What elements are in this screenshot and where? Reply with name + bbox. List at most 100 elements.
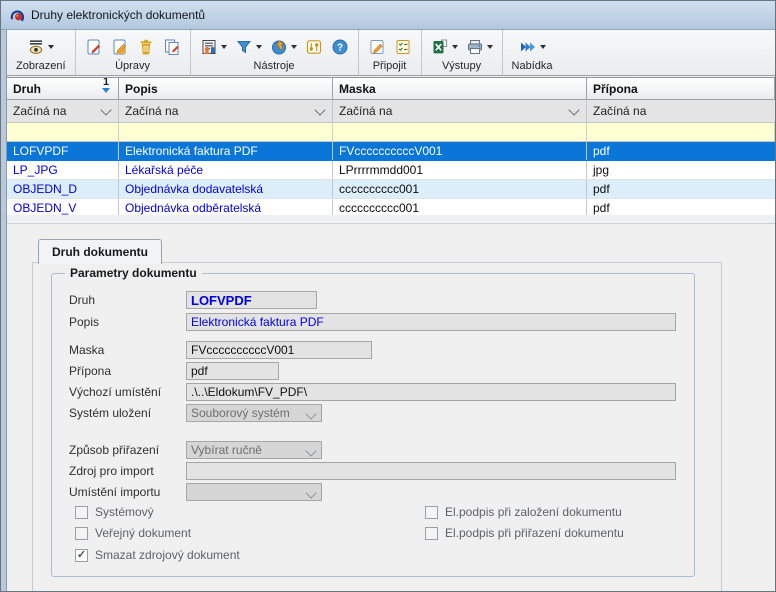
chevron-down-icon bbox=[305, 445, 316, 456]
filter-druh[interactable]: Začíná na bbox=[7, 100, 119, 122]
dropdown-arrow-icon bbox=[221, 45, 227, 49]
dropdown-arrow-icon bbox=[540, 45, 546, 49]
actions-icon bbox=[200, 38, 218, 56]
checkbox-systemovy[interactable]: Systémový bbox=[75, 505, 154, 519]
toolbar-group-nabidka: Nabídka bbox=[502, 30, 562, 75]
export-excel-button[interactable] bbox=[431, 38, 458, 56]
sort-indicator: 1 bbox=[102, 78, 110, 93]
help-button[interactable]: ? bbox=[331, 38, 349, 56]
filter-icon bbox=[235, 38, 253, 56]
umisteni-importu-label: Umístění importu bbox=[69, 483, 160, 501]
excel-icon bbox=[431, 38, 449, 56]
svg-text:?: ? bbox=[336, 42, 342, 53]
copy-record-button[interactable] bbox=[163, 38, 181, 56]
titlebar[interactable]: Druhy elektronických dokumentů bbox=[1, 1, 775, 30]
filter-button[interactable] bbox=[235, 38, 262, 56]
edit-record-button[interactable] bbox=[111, 38, 129, 56]
zdroj-pro-import-label: Zdroj pro import bbox=[69, 462, 154, 480]
delete-icon bbox=[137, 38, 155, 56]
view-button[interactable] bbox=[27, 38, 54, 56]
application-window: Druhy elektronických dokumentů Zobrazení bbox=[0, 0, 776, 592]
chevron-down-icon bbox=[305, 408, 316, 419]
column-header-druh[interactable]: Druh 1 bbox=[7, 78, 119, 99]
filter-popis[interactable]: Začíná na bbox=[119, 100, 333, 122]
checkbox-el-podpis-zalozeni[interactable]: El.podpis při založení dokumentu bbox=[425, 505, 622, 519]
refresh-icon bbox=[270, 38, 288, 56]
toolbar-group-label: Nástroje bbox=[254, 59, 295, 74]
view-icon bbox=[27, 38, 45, 56]
toolbar: Zobrazení bbox=[7, 30, 775, 76]
detail-panel: Druh dokumentu Parametry dokumentu Druh … bbox=[7, 223, 775, 591]
filter-maska[interactable]: Začíná na bbox=[333, 100, 587, 122]
grid-filter-row: Začíná na Začíná na Začíná na Začíná na bbox=[7, 100, 775, 123]
window-title: Druhy elektronických dokumentů bbox=[31, 8, 205, 22]
chevron-down-icon bbox=[305, 487, 316, 498]
toolbar-group-label: Připojit bbox=[373, 59, 407, 74]
print-button[interactable] bbox=[466, 38, 493, 56]
dropdown-arrow-icon bbox=[452, 45, 458, 49]
toolbar-group-pripojit: Připojit bbox=[358, 30, 421, 75]
dropdown-arrow-icon bbox=[256, 45, 262, 49]
toolbar-group-label: Nabídka bbox=[512, 59, 553, 74]
umisteni-importu-dropdown[interactable] bbox=[186, 483, 322, 501]
druh-field[interactable]: LOFVPDF bbox=[186, 291, 317, 309]
sort-descending-icon bbox=[102, 88, 110, 93]
checkbox-box-checked: ✓ bbox=[75, 549, 88, 562]
actions-button[interactable] bbox=[200, 38, 227, 56]
dropdown-arrow-icon bbox=[487, 45, 493, 49]
table-row[interactable]: OBJEDN_D Objednávka dodavatelská ccccccc… bbox=[7, 180, 775, 199]
print-icon bbox=[466, 38, 484, 56]
chevron-down-icon bbox=[314, 104, 325, 115]
tab-druh-dokumentu[interactable]: Druh dokumentu bbox=[38, 239, 162, 264]
checklist-button[interactable] bbox=[394, 38, 412, 56]
refresh-button[interactable] bbox=[270, 38, 297, 56]
checkbox-el-podpis-prirazeni[interactable]: El.podpis při přiřazení dokumentu bbox=[425, 526, 624, 540]
column-header-maska[interactable]: Maska bbox=[333, 78, 587, 99]
druh-label: Druh bbox=[69, 291, 95, 309]
parameters-button[interactable] bbox=[305, 38, 323, 56]
toolbar-group-nastroje: ? Nástroje bbox=[190, 30, 358, 75]
checklist-icon bbox=[394, 38, 412, 56]
grid-new-row[interactable] bbox=[7, 123, 775, 142]
popis-label: Popis bbox=[69, 313, 99, 331]
toolbar-group-vystupy: Výstupy bbox=[421, 30, 502, 75]
zpusob-prirazeni-label: Způsob přiřazení bbox=[69, 441, 159, 459]
documents-grid: Druh 1 Popis Maska Přípona Začíná na Zač… bbox=[7, 77, 775, 215]
vychozi-umisteni-field[interactable]: .\..\Eldokum\FV_PDF\ bbox=[186, 383, 676, 401]
zpusob-prirazeni-dropdown[interactable]: Vybírat ručně bbox=[186, 441, 322, 459]
groupbox-label: Parametry dokumentu bbox=[65, 266, 202, 280]
table-row[interactable]: LOFVPDF Elektronická faktura PDF FVccccc… bbox=[7, 142, 775, 161]
table-row[interactable]: LP_JPG Lékařská péče LPrrrrmmdd001 jpg bbox=[7, 161, 775, 180]
pripona-label: Přípona bbox=[69, 362, 111, 380]
delete-record-button[interactable] bbox=[137, 38, 155, 56]
menu-button[interactable] bbox=[519, 38, 546, 56]
toolbar-group-label: Zobrazení bbox=[16, 59, 66, 74]
grid-header-row: Druh 1 Popis Maska Přípona bbox=[7, 78, 775, 100]
dropdown-arrow-icon bbox=[48, 45, 54, 49]
toolbar-group-label: Výstupy bbox=[442, 59, 481, 74]
popis-field[interactable]: Elektronická faktura PDF bbox=[186, 313, 676, 331]
checkbox-box bbox=[425, 506, 438, 519]
dropdown-arrow-icon bbox=[291, 45, 297, 49]
toolbar-group-upravy: Úpravy bbox=[75, 30, 190, 75]
checkbox-smazat-zdrojovy-dokument[interactable]: ✓ Smazat zdrojový dokument bbox=[75, 548, 240, 562]
toolbar-group-label: Úpravy bbox=[115, 59, 150, 74]
vychozi-umisteni-label: Výchozí umístění bbox=[69, 383, 161, 401]
menu-chevrons-icon bbox=[519, 38, 537, 56]
new-document-icon bbox=[85, 38, 103, 56]
pripona-field[interactable]: pdf bbox=[186, 362, 279, 380]
maska-field[interactable]: FVccccccccccV001 bbox=[186, 341, 372, 359]
filter-pripona[interactable]: Začíná na bbox=[587, 100, 775, 122]
new-record-button[interactable] bbox=[85, 38, 103, 56]
column-header-pripona[interactable]: Přípona bbox=[587, 78, 775, 99]
splitter[interactable] bbox=[7, 215, 775, 223]
attach-edit-icon bbox=[368, 38, 386, 56]
column-header-popis[interactable]: Popis bbox=[119, 78, 333, 99]
attach-edit-button[interactable] bbox=[368, 38, 386, 56]
zdroj-pro-import-field[interactable] bbox=[186, 462, 676, 480]
parameters-icon bbox=[305, 38, 323, 56]
help-icon: ? bbox=[331, 38, 349, 56]
maska-label: Maska bbox=[69, 341, 104, 359]
checkbox-verejny-dokument[interactable]: Veřejný dokument bbox=[75, 526, 191, 540]
system-ulozeni-dropdown[interactable]: Souborový systém bbox=[186, 404, 322, 422]
